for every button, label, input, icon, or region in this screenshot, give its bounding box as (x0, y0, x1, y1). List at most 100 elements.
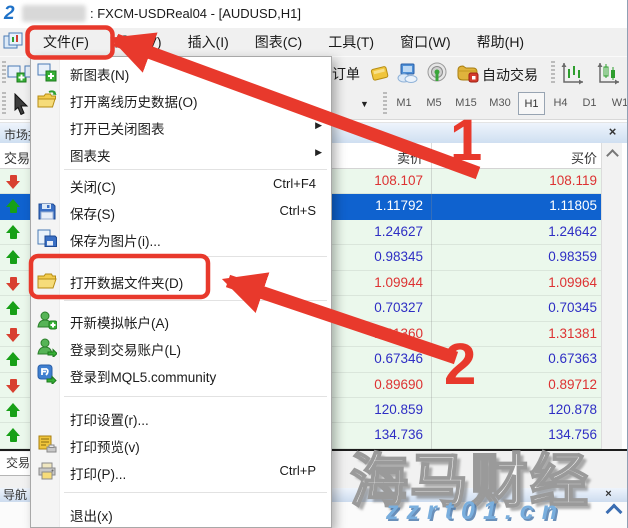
menu-shortcut: Ctrl+S (280, 203, 316, 218)
menu-item-login-account[interactable]: 登录到交易账户(L) (32, 334, 330, 361)
menu-file[interactable]: 文件(F) (30, 28, 102, 56)
menu-item-print-preview[interactable]: 打印预览(v) (32, 431, 330, 458)
login-account-icon (37, 337, 57, 357)
toolbar-grip[interactable] (383, 92, 387, 116)
menu-item-label: 登录到交易账户(L) (70, 339, 181, 359)
print-icon (37, 461, 57, 481)
save-icon (37, 201, 57, 221)
buy-price: 0.67363 (440, 351, 597, 366)
trend-arrow-icon (5, 326, 21, 343)
menu-item-open-offline[interactable]: 打开离线历史数据(O) (32, 86, 330, 113)
scroll-up-icon[interactable] (606, 149, 619, 162)
trend-arrow-icon (5, 173, 21, 190)
menu-item-label: 打开数据文件夹(D) (70, 272, 183, 292)
menu-tools[interactable]: 工具(T) (315, 28, 387, 56)
menu-item-print[interactable]: 打印(P)... Ctrl+P (32, 458, 330, 485)
symbol-dropdown-arrow-icon[interactable]: ▼ (360, 99, 369, 109)
buy-price: 1.24642 (440, 224, 597, 239)
menu-separator (64, 492, 327, 493)
menu-item-close[interactable]: 关闭(C) Ctrl+F4 (32, 171, 330, 198)
title-bar: 2 : FXCM-USDReal04 - [AUDUSD,H1] (0, 0, 628, 28)
candlestick-chart-icon[interactable] (595, 61, 623, 91)
window-title: : FXCM-USDReal04 - [AUDUSD,H1] (90, 6, 301, 21)
menu-item-profiles[interactable]: 图表夹 ▶ (32, 140, 330, 167)
buy-price: 1.09964 (440, 275, 597, 290)
censored-account-number (22, 5, 86, 22)
menu-bar: 文件(F) 显示(V) 插入(I) 图表(C) 工具(T) 窗口(W) 帮助(H… (0, 28, 628, 56)
menu-separator (64, 169, 327, 170)
menu-item-open-deleted[interactable]: 打开已关闭图表 ▶ (32, 113, 330, 140)
menu-item-label: 保存(S) (70, 203, 115, 223)
bar-chart-icon[interactable] (559, 61, 587, 91)
column-sell[interactable]: 卖价 (330, 148, 423, 167)
menu-view[interactable]: 显示(V) (102, 28, 175, 56)
column-buy[interactable]: 买价 (440, 148, 597, 167)
menu-separator (64, 396, 327, 397)
buy-price: 108.119 (440, 173, 597, 188)
navigator-title: 导航 (3, 488, 27, 502)
market-sticker-icon[interactable] (368, 63, 390, 88)
menu-item-login-mql5[interactable]: 登录到MQL5.community (32, 361, 330, 388)
mql5-icon (37, 364, 57, 384)
chart-document-icon[interactable] (3, 32, 23, 57)
trend-arrow-icon (5, 351, 21, 368)
menu-item-label: 登录到MQL5.community (70, 366, 216, 386)
buy-price: 120.878 (440, 402, 597, 417)
cursor-icon[interactable] (11, 93, 31, 120)
menu-item-label: 打印设置(r)... (70, 409, 149, 429)
toolbar-grip[interactable] (551, 61, 555, 85)
navigator-close-icon[interactable]: × (601, 488, 616, 501)
new-account-icon (37, 310, 57, 330)
toolbar-grip[interactable] (2, 92, 6, 116)
timeframe-h1[interactable]: H1 (518, 92, 545, 115)
save-picture-icon (37, 228, 57, 248)
toolbar-grip[interactable] (2, 61, 6, 85)
timeframe-h4[interactable]: H4 (547, 92, 574, 115)
timeframe-d1[interactable]: D1 (576, 92, 603, 115)
autotrade-button[interactable]: 自动交易 (482, 65, 538, 85)
timeframe-m15[interactable]: M15 (450, 92, 482, 115)
menu-item-save[interactable]: 保存(S) Ctrl+S (32, 198, 330, 225)
menu-shortcut: Ctrl+P (280, 463, 316, 478)
menu-item-label: 退出(x) (70, 505, 113, 525)
menu-item-label: 保存为图片(i)... (70, 230, 161, 250)
timeframe-w1[interactable]: W1 (605, 92, 628, 115)
menu-item-label: 打印预览(v) (70, 436, 140, 456)
menu-item-label: 新图表(N) (70, 64, 129, 84)
menu-item-label: 打开已关闭图表 (70, 118, 165, 138)
column-divider (431, 143, 432, 449)
trend-arrow-icon (5, 402, 21, 419)
trend-arrow-icon (5, 275, 21, 292)
virtual-hosting-icon[interactable] (396, 62, 420, 89)
timeframe-m30[interactable]: M30 (484, 92, 516, 115)
menu-item-label: 关闭(C) (70, 176, 116, 196)
menu-separator (64, 256, 327, 257)
menu-separator (64, 300, 327, 301)
market-watch-scrollbar[interactable] (601, 143, 622, 449)
open-data-folder-icon (37, 270, 57, 290)
signals-icon[interactable] (426, 62, 450, 89)
new-chart-icon (37, 62, 57, 82)
trend-arrow-icon (5, 249, 21, 266)
menu-help[interactable]: 帮助(H) (464, 28, 537, 56)
market-watch-close-icon[interactable]: × (605, 124, 620, 139)
buy-price: 1.11805 (440, 198, 597, 213)
menu-item-exit[interactable]: 退出(x) (32, 500, 330, 527)
menu-item-save-picture[interactable]: 保存为图片(i)... (32, 225, 330, 252)
timeframe-m5[interactable]: M5 (420, 92, 448, 115)
open-history-folder-icon (37, 89, 57, 109)
menu-item-open-demo-account[interactable]: 开新模拟帐户(A) (32, 307, 330, 334)
menu-item-label: 打开离线历史数据(O) (70, 91, 198, 111)
menu-item-new-chart[interactable]: 新图表(N) (32, 59, 330, 86)
menu-item-print-setup[interactable]: 打印设置(r)... (32, 404, 330, 431)
trend-arrow-icon (5, 377, 21, 394)
menu-item-open-data-folder[interactable]: 打开数据文件夹(D) (32, 267, 330, 294)
menu-window[interactable]: 窗口(W) (387, 28, 464, 56)
menu-insert[interactable]: 插入(I) (175, 28, 242, 56)
buy-price: 0.98359 (440, 249, 597, 264)
buy-price: 134.756 (440, 427, 597, 442)
autotrade-icon[interactable] (456, 62, 480, 89)
timeframe-m1[interactable]: M1 (390, 92, 418, 115)
mt4-window: 2 : FXCM-USDReal04 - [AUDUSD,H1] 文件(F) 显… (0, 0, 628, 528)
menu-charts[interactable]: 图表(C) (242, 28, 315, 56)
